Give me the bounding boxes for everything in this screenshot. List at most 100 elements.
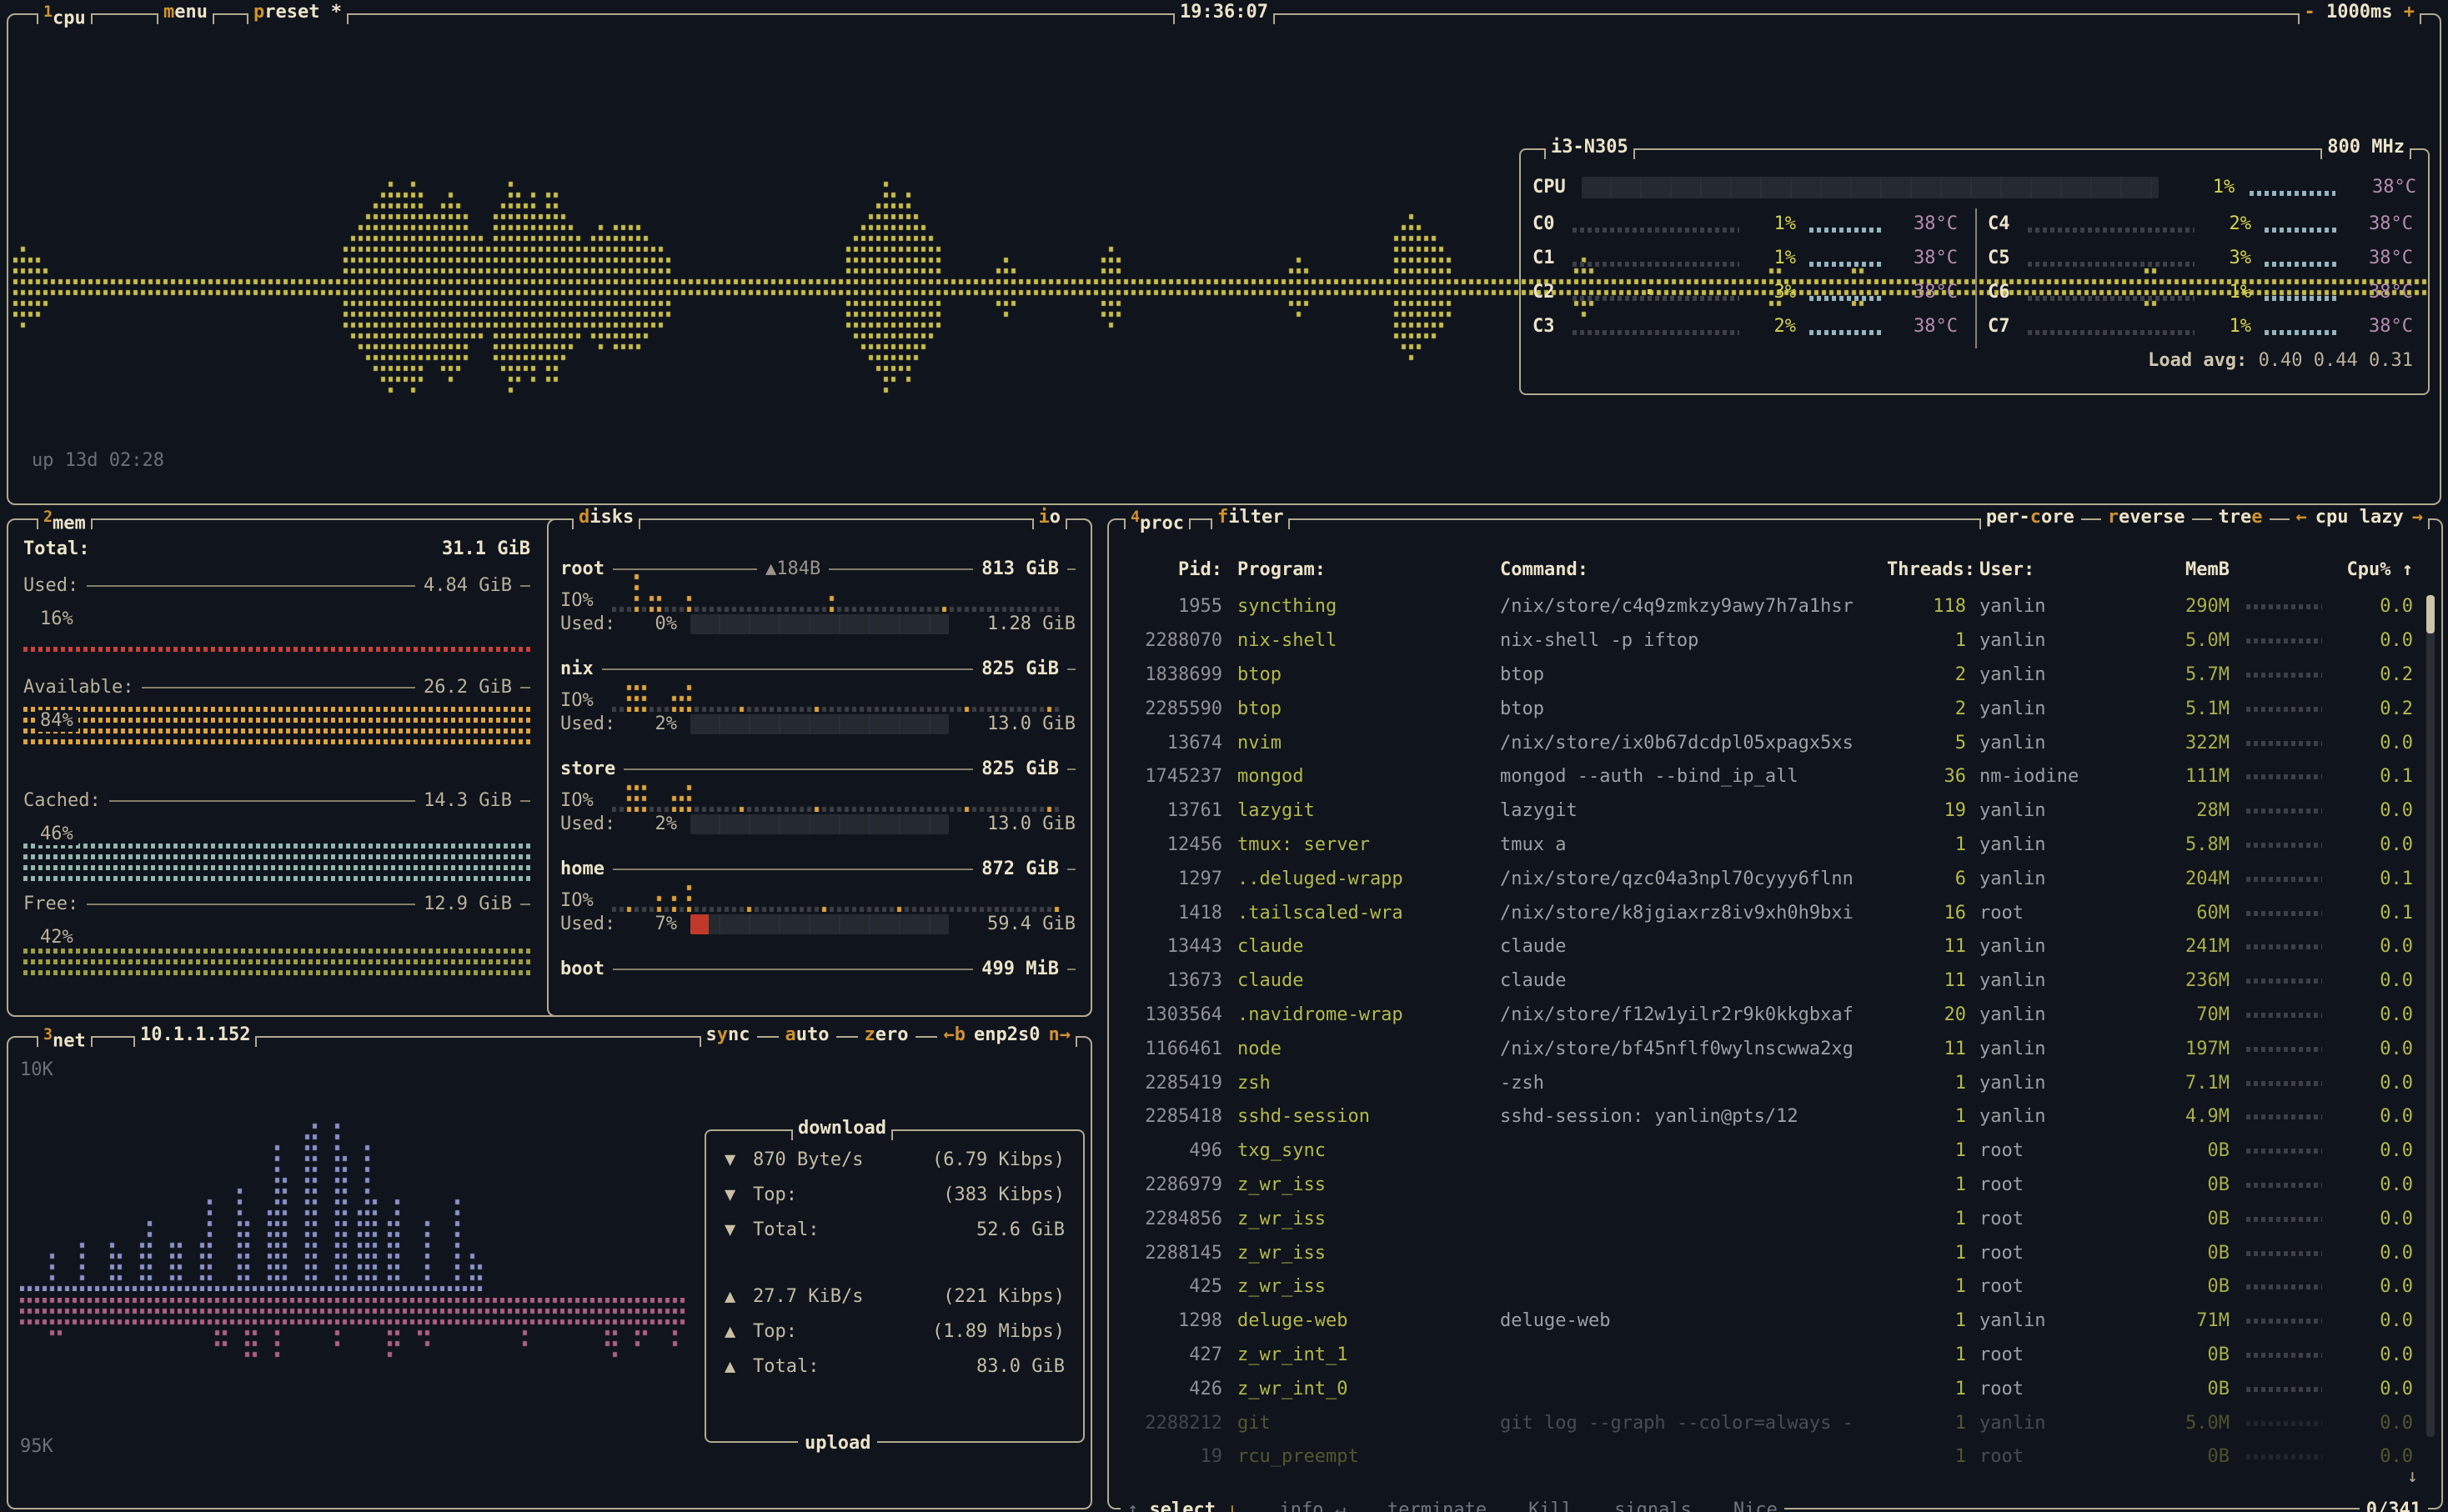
proc-tree-button[interactable]: tree xyxy=(2212,507,2270,528)
process-row[interactable]: 2286979z_wr_iss1root0B0.0 xyxy=(1109,1169,2441,1203)
proc-scrollbar-track[interactable] xyxy=(2426,595,2435,1437)
mem-entry-label: Used: xyxy=(23,575,78,597)
disk-io-label: IO% xyxy=(560,590,594,612)
nice-button[interactable]: Nice xyxy=(1733,1499,1778,1512)
mem-entry-label: Cached: xyxy=(23,790,101,812)
process-mem-graph xyxy=(2246,1319,2322,1324)
iface-prev-button[interactable]: ←b xyxy=(944,1024,966,1045)
process-mem-graph xyxy=(2246,707,2322,712)
process-row[interactable]: 426z_wr_int_01root0B0.0 xyxy=(1109,1372,2441,1406)
scroll-down-indicator[interactable]: ↓ xyxy=(2407,1466,2418,1488)
select-up-icon[interactable]: ↑ xyxy=(1127,1499,1150,1512)
net-sync-button[interactable]: sync xyxy=(700,1024,757,1046)
process-row[interactable]: 1955syncthing/nix/store/c4q9zmkzy9awy7h7… xyxy=(1109,590,2441,624)
cpu-panel-title[interactable]: 1cpu xyxy=(37,2,93,29)
cpu-model: i3-N305 xyxy=(1544,137,1635,158)
process-name: rcu_preempt xyxy=(1237,1446,1500,1468)
process-row[interactable]: 2285419zsh-zsh1yanlin7.1M0.0 xyxy=(1109,1066,2441,1100)
net-zero-button[interactable]: zero xyxy=(858,1024,915,1046)
sort-column-name: cpu lazy xyxy=(2315,507,2404,528)
core-percent: 3% xyxy=(2203,248,2251,269)
process-mem-graph xyxy=(2246,774,2322,779)
download-title: download xyxy=(791,1118,893,1139)
select-control[interactable]: ↑ select ↓ xyxy=(1127,1499,1237,1512)
process-command: lazygit xyxy=(1500,800,1887,822)
process-row[interactable]: 1838699btopbtop2yanlin5.7M0.2 xyxy=(1109,658,2441,693)
process-pid: 496 xyxy=(1122,1140,1222,1162)
process-mem: 5.1M xyxy=(2117,698,2230,720)
process-user: root xyxy=(1979,1209,2117,1230)
mem-graph-row xyxy=(23,728,530,733)
process-row[interactable]: 2284856z_wr_iss1root0B0.0 xyxy=(1109,1202,2441,1236)
iface-next-button[interactable]: n→ xyxy=(1049,1024,1071,1045)
process-row[interactable]: 13673claudeclaude11yanlin236M0.0 xyxy=(1109,964,2441,999)
net-panel-title[interactable]: 3net xyxy=(37,1024,93,1052)
interval-increase-button[interactable]: + xyxy=(2404,2,2415,23)
core-percent: 1% xyxy=(2203,316,2251,338)
mem-graph-row xyxy=(23,707,530,712)
proc-per-core-button[interactable]: per-core xyxy=(1979,507,2081,528)
terminate-button[interactable]: terminate xyxy=(1387,1499,1487,1512)
disk-name: store xyxy=(560,759,615,780)
preset-button[interactable]: preset * xyxy=(247,2,349,23)
process-row[interactable]: 2285418sshd-sessionsshd-session: yanlin@… xyxy=(1109,1100,2441,1134)
process-row[interactable]: 2288145z_wr_iss1root0B0.0 xyxy=(1109,1236,2441,1270)
process-mem-graph xyxy=(2246,1217,2322,1222)
interval-decrease-button[interactable]: - xyxy=(2305,2,2315,23)
process-command: -zsh xyxy=(1500,1073,1887,1094)
mem-graph-row xyxy=(23,876,530,881)
proc-reverse-button[interactable]: reverse xyxy=(2101,507,2192,528)
core-row: C01%38°C xyxy=(1533,213,1974,235)
proc-scrollbar-thumb[interactable] xyxy=(2426,595,2435,633)
disk-used-row: Used:0%1.28 GiB xyxy=(560,613,1076,635)
sort-prev-button[interactable]: ← xyxy=(2296,507,2307,528)
process-row[interactable]: 1745237mongodmongod --auth --bind_ip_all… xyxy=(1109,760,2441,794)
process-threads: 1 xyxy=(1887,1209,1966,1230)
signals-button[interactable]: signals xyxy=(1614,1499,1692,1512)
proc-panel-title[interactable]: 4proc xyxy=(1124,507,1191,534)
disks-title[interactable]: disks xyxy=(572,507,640,528)
disk-used-percent: 2% xyxy=(634,814,677,835)
process-mem: 5.8M xyxy=(2117,834,2230,856)
process-row[interactable]: 1166461node/nix/store/bf45nflf0wylnscwwa… xyxy=(1109,1032,2441,1066)
process-row[interactable]: 2288212gitgit log --graph --color=always… xyxy=(1109,1406,2441,1440)
process-row[interactable]: 13443claudeclaude11yanlin241M0.0 xyxy=(1109,930,2441,964)
process-row[interactable]: 496txg_sync1root0B0.0 xyxy=(1109,1134,2441,1169)
column-header-cpu[interactable]: Cpu% ↑ xyxy=(2334,559,2413,581)
process-row[interactable]: 19rcu_preempt1root0B0.0 xyxy=(1109,1440,2441,1474)
kill-button[interactable]: Kill xyxy=(1528,1499,1573,1512)
filter-button[interactable]: filter xyxy=(1211,507,1290,528)
process-row[interactable]: 2288070nix-shellnix-shell -p iftop1yanli… xyxy=(1109,624,2441,658)
info-button[interactable]: info ↵ xyxy=(1279,1499,1345,1512)
process-row[interactable]: 13674nvim/nix/store/ix0b67dcdpl05xpagx5x… xyxy=(1109,726,2441,760)
process-cpu: 0.0 xyxy=(2334,1310,2413,1332)
process-row[interactable]: 427z_wr_int_11root0B0.0 xyxy=(1109,1339,2441,1373)
column-header-pid[interactable]: Pid: xyxy=(1122,559,1222,581)
select-down-icon[interactable]: ↓ xyxy=(1227,1499,1237,1512)
process-row[interactable]: 425z_wr_iss1root0B0.0 xyxy=(1109,1270,2441,1304)
process-row[interactable]: 2285590btopbtop2yanlin5.1M0.2 xyxy=(1109,692,2441,726)
process-row[interactable]: 13761lazygitlazygit19yanlin28M0.0 xyxy=(1109,794,2441,829)
process-threads: 1 xyxy=(1887,1379,1966,1400)
menu-button[interactable]: menu xyxy=(157,2,214,23)
download-arrow-icon: ▼ xyxy=(725,1149,753,1171)
selection-count: 0/341 xyxy=(2360,1499,2428,1512)
column-header-mem[interactable]: MemB xyxy=(2117,559,2230,581)
column-header-user[interactable]: User: xyxy=(1979,559,2117,581)
net-auto-button[interactable]: auto xyxy=(779,1024,836,1046)
mem-panel-title[interactable]: 2mem xyxy=(37,507,93,534)
process-row[interactable]: 1303564.navidrome-wrap/nix/store/f12w1yi… xyxy=(1109,999,2441,1033)
process-row[interactable]: 1297..deluged-wrapp/nix/store/qzc04a3npl… xyxy=(1109,862,2441,896)
process-row[interactable]: 1418.tailscaled-wra/nix/store/k8jgiaxrz8… xyxy=(1109,896,2441,930)
column-header-threads[interactable]: Threads: xyxy=(1887,559,1966,581)
process-cpu: 0.1 xyxy=(2334,869,2413,890)
process-user: root xyxy=(1979,1276,2117,1298)
io-mode-button[interactable]: io xyxy=(1032,507,1068,528)
column-header-command[interactable]: Command: xyxy=(1500,559,1887,581)
process-threads: 118 xyxy=(1887,596,1966,618)
process-row[interactable]: 12456tmux: servertmux a1yanlin5.8M0.0 xyxy=(1109,829,2441,863)
column-header-program[interactable]: Program: xyxy=(1237,559,1500,581)
process-row[interactable]: 1298deluge-webdeluge-web1yanlin71M0.0 xyxy=(1109,1304,2441,1339)
sort-next-button[interactable]: → xyxy=(2412,507,2423,528)
process-name: deluge-web xyxy=(1237,1310,1500,1332)
